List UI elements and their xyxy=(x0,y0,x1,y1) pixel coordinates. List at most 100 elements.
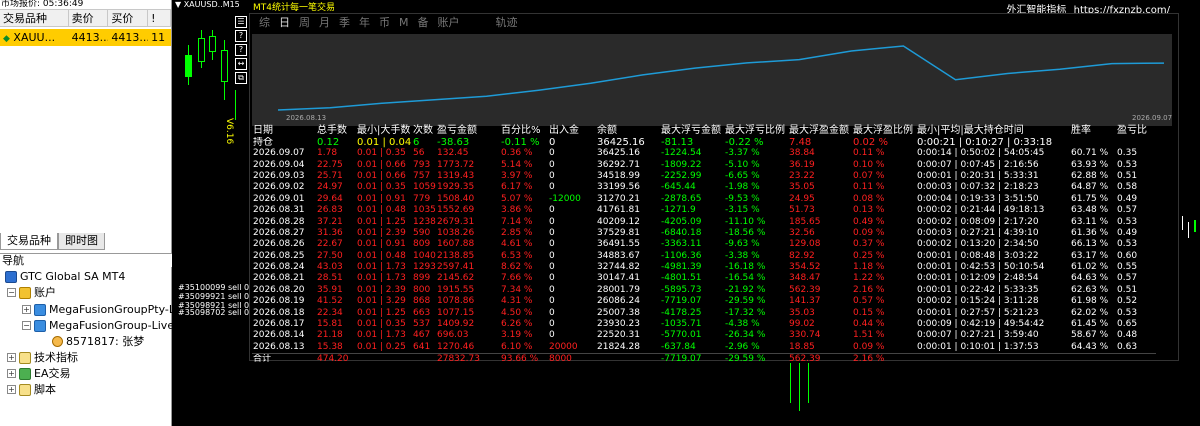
table-cell: 2026.08.19 xyxy=(253,296,305,307)
holding-cell: 0 xyxy=(549,137,556,148)
tab-year[interactable]: 年 xyxy=(359,14,370,32)
table-cell: 38.84 xyxy=(789,148,815,159)
table-cell: 0.63 xyxy=(1117,341,1138,352)
window-icon[interactable]: ⧉ xyxy=(235,72,247,84)
table-cell: 1059 xyxy=(413,182,436,193)
table-cell: 1038.26 xyxy=(437,227,475,238)
table-cell: 3.19 % xyxy=(501,330,533,341)
table-row: 2026.08.19 41.52 0.01 | 3.29 868 1078.86 4.31… xyxy=(252,296,1156,307)
help-icon[interactable]: ? xyxy=(235,30,247,42)
table-cell: 0.52 xyxy=(1117,296,1138,307)
nav-indicators[interactable]: + 技术指标 xyxy=(7,350,78,365)
table-cell: 2026.08.26 xyxy=(253,239,305,250)
mw-col-bid[interactable]: 卖价 xyxy=(69,10,109,26)
table-cell: 4.50 % xyxy=(501,307,533,318)
table-cell: 15.81 xyxy=(317,319,343,330)
chart-window[interactable]: ▼ XAUUSD..M15 ☰ ? ? ↔ ⧉ V6.16 #35100099 … xyxy=(172,0,1200,426)
stats-col-header: 最小|大手数 xyxy=(357,125,411,136)
tab-tick-chart[interactable]: 即时图 xyxy=(58,233,105,250)
table-cell: 31.36 xyxy=(317,227,343,238)
indicators-icon xyxy=(19,351,31,364)
stats-col-header: 胜率 xyxy=(1071,125,1091,136)
table-cell: 0:00:03 | 0:27:21 | 4:39:10 xyxy=(917,227,1039,238)
tab-currency[interactable]: 币 xyxy=(379,14,390,32)
table-cell: -4981.39 xyxy=(661,262,702,273)
chart-symbol-tab[interactable]: ▼ XAUUSD..M15 xyxy=(172,0,240,10)
expand-icon[interactable]: + xyxy=(7,353,16,362)
table-cell: 0:00:02 | 0:15:24 | 3:11:28 xyxy=(917,296,1039,307)
nav-experts[interactable]: + EA交易 xyxy=(7,366,70,381)
mw-col-spread[interactable]: ! xyxy=(148,10,171,26)
expand-icon[interactable]: + xyxy=(7,369,16,378)
stats-col-header: 总手数 xyxy=(317,125,347,136)
tab-symbols[interactable]: 交易品种 xyxy=(0,233,58,250)
ea-stats-panel: 综 日 周 月 季 年 币 M 备 账户 轨迹 2026.08.13 2026.… xyxy=(249,13,1179,364)
nav-broker-label: GTC Global SA MT4 xyxy=(20,270,126,283)
table-cell: 0.51 xyxy=(1117,284,1138,295)
table-cell: 809 xyxy=(413,239,431,250)
table-cell: 37529.81 xyxy=(597,227,640,238)
nav-account-1[interactable]: + MegaFusionGroupPty-Li xyxy=(22,302,178,317)
equity-start-date: 2026.08.13 xyxy=(286,114,327,122)
total-cell xyxy=(916,353,1070,365)
mw-col-ask[interactable]: 买价 xyxy=(108,10,149,26)
nav-account-login[interactable]: 8571817: 张梦 xyxy=(52,334,144,349)
help-icon[interactable]: ? xyxy=(235,44,247,56)
nav-scripts[interactable]: + 脚本 xyxy=(7,382,56,397)
table-cell: 1773.72 xyxy=(437,159,475,170)
table-cell: 62.02 % xyxy=(1071,307,1109,318)
table-cell: 1035 xyxy=(413,205,436,216)
stats-col-header: 最大浮盈比例 xyxy=(853,125,913,136)
table-cell: 36491.55 xyxy=(597,239,640,250)
mw-row-xauusd[interactable]: ◆ XAUU... 4413... 4413... 11 xyxy=(0,29,171,46)
holding-cell: -0.11 % xyxy=(501,137,540,148)
nav-accounts[interactable]: − 账户 xyxy=(7,285,56,300)
table-cell: -29.59 % xyxy=(725,296,766,307)
table-cell: 25.71 xyxy=(317,170,343,181)
expand-icon[interactable]: + xyxy=(7,385,16,394)
candle xyxy=(221,50,228,82)
nav-indicators-label: 技术指标 xyxy=(34,351,78,364)
table-cell: 5.14 % xyxy=(501,159,533,170)
menu-icon[interactable]: ☰ xyxy=(235,16,247,28)
table-cell: 27.50 xyxy=(317,250,343,261)
tab-note[interactable]: 备 xyxy=(418,14,429,32)
expand-icon[interactable]: + xyxy=(22,305,31,314)
table-cell: 0.08 % xyxy=(853,193,885,204)
tab-track[interactable]: 轨迹 xyxy=(496,14,518,32)
table-cell: -4801.51 xyxy=(661,273,702,284)
table-cell: 1270.46 xyxy=(437,341,475,352)
total-row: 合计 474.20 27832.73 93.66 % 8000 -7719.07 -29.5… xyxy=(252,353,1156,365)
stats-col-header: 最大浮亏比例 xyxy=(725,125,785,136)
holding-cell: -0.22 % xyxy=(725,137,764,148)
tab-month[interactable]: 月 xyxy=(319,14,330,32)
table-cell: -16.18 % xyxy=(725,262,766,273)
collapse-icon[interactable]: − xyxy=(7,288,16,297)
table-cell: -9.63 % xyxy=(725,239,760,250)
equity-curve: 2026.08.13 2026.09.07 xyxy=(252,34,1172,126)
table-cell: 0:00:07 | 0:27:21 | 3:59:40 xyxy=(917,330,1039,341)
resize-icon[interactable]: ↔ xyxy=(235,58,247,70)
table-cell: 0 xyxy=(549,182,555,193)
table-cell: 2.85 % xyxy=(501,227,533,238)
nav-broker[interactable]: GTC Global SA MT4 xyxy=(5,269,125,284)
mw-ask: 4413... xyxy=(111,31,149,44)
mw-col-symbol[interactable]: 交易品种 xyxy=(0,10,69,26)
table-cell: 29.64 xyxy=(317,193,343,204)
nav-account-2[interactable]: − MegaFusionGroup-Live xyxy=(22,318,174,333)
table-cell: 28001.79 xyxy=(597,284,640,295)
signal-line xyxy=(790,363,791,403)
holding-row: 持仓 0.12 0.01 | 0.04 6 -38.63 -0.11 % 0 36425.16… xyxy=(252,137,1156,148)
tab-day[interactable]: 日 xyxy=(279,14,290,32)
tab-week[interactable]: 周 xyxy=(299,14,310,32)
table-cell: 26086.24 xyxy=(597,296,640,307)
table-row: 2026.08.13 15.38 0.01 | 0.25 641 1270.46 6.10… xyxy=(252,342,1156,354)
collapse-icon[interactable]: − xyxy=(22,321,31,330)
table-cell: 1077.15 xyxy=(437,307,475,318)
total-cell: 8000 xyxy=(549,353,572,364)
tab-account[interactable]: 账户 xyxy=(438,14,460,32)
tab-quarter[interactable]: 季 xyxy=(339,14,350,32)
tab-magic[interactable]: M xyxy=(399,14,409,32)
tab-summary[interactable]: 综 xyxy=(259,14,270,32)
table-cell: 3.86 % xyxy=(501,205,533,216)
